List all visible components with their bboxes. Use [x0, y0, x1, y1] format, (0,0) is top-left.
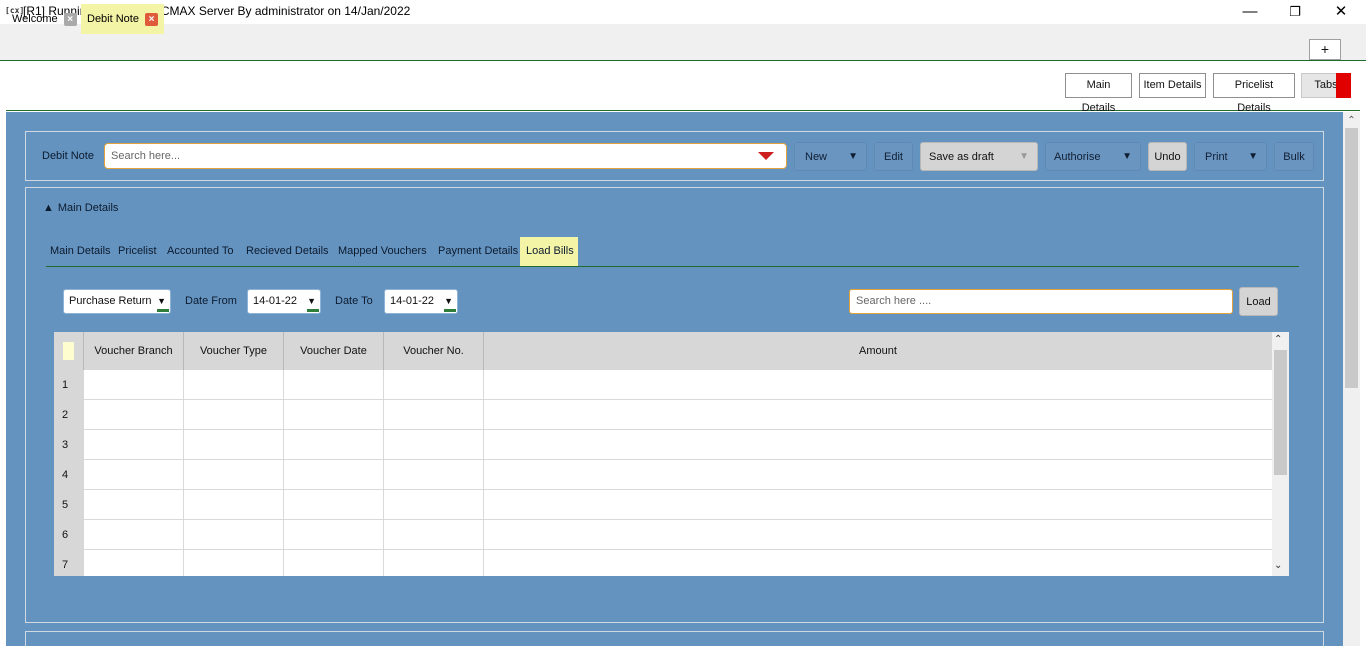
save-as-draft-button[interactable]: Save as draft ▼ [920, 142, 1038, 171]
next-panel [25, 631, 1324, 646]
pricelist-details-button[interactable]: Pricelist Details [1213, 73, 1295, 114]
scrollbar-thumb[interactable] [1274, 350, 1287, 475]
search-placeholder: Search here... [111, 150, 181, 162]
tab-pricelist[interactable]: Pricelist [114, 237, 161, 266]
row-number[interactable]: 5 [54, 490, 84, 520]
row-number[interactable]: 2 [54, 400, 84, 430]
search-input[interactable]: Search here... [104, 143, 787, 169]
print-button[interactable]: Print ▼ [1194, 142, 1267, 171]
chevron-down-icon[interactable]: ▼ [1122, 151, 1132, 162]
tab-close-icon[interactable]: × [63, 12, 77, 26]
tab-label: Debit Note [87, 13, 139, 25]
date-to-picker[interactable]: 14-01-22 ▼ [384, 289, 458, 314]
chevron-down-icon[interactable]: ▼ [848, 151, 858, 162]
scrollbar-thumb[interactable] [1345, 128, 1358, 388]
chevron-down-icon[interactable]: ▼ [1019, 151, 1029, 162]
grid-line [84, 429, 1272, 430]
grid-scrollbar[interactable]: ⌃ ⌄ [1272, 332, 1289, 576]
select-all-header[interactable] [54, 332, 84, 370]
tab-load-bills[interactable]: Load Bills [520, 237, 578, 266]
select-all-checkbox[interactable] [63, 342, 74, 360]
chevron-down-icon[interactable]: ▼ [1248, 151, 1258, 162]
tab-welcome[interactable]: Welcome × [6, 4, 83, 34]
bulk-button[interactable]: Bulk [1274, 142, 1314, 171]
tab-recieved-details[interactable]: Recieved Details [242, 237, 333, 266]
date-to-label: Date To [335, 295, 373, 307]
column-header[interactable]: Voucher Type [184, 332, 284, 370]
row-number[interactable]: 7 [54, 550, 84, 576]
new-button[interactable]: New ▼ [794, 142, 867, 171]
scroll-up-icon[interactable]: ⌃ [1345, 114, 1358, 127]
column-header[interactable]: Amount [484, 332, 1272, 370]
date-from-label: Date From [185, 295, 237, 307]
tab-main-details[interactable]: Main Details [46, 237, 115, 266]
tab-payment-details[interactable]: Payment Details [434, 237, 522, 266]
grid-line [84, 459, 1272, 460]
row-number[interactable]: 4 [54, 460, 84, 490]
document-tab-strip [0, 24, 1366, 61]
row-number[interactable]: 6 [54, 520, 84, 550]
grid-line [84, 399, 1272, 400]
close-icon[interactable]: ✕ [1318, 1, 1364, 23]
tab-accounted-to[interactable]: Accounted To [163, 237, 237, 266]
voucher-type-select[interactable]: Purchase Return ▼ [63, 289, 171, 314]
row-number[interactable]: 3 [54, 430, 84, 460]
grid-line [183, 370, 184, 576]
tab-close-icon[interactable]: × [144, 12, 158, 26]
tab-mapped-vouchers[interactable]: Mapped Vouchers [334, 237, 431, 266]
grid-line [84, 519, 1272, 520]
restore-icon[interactable]: ❐ [1272, 1, 1318, 23]
grid-line [483, 370, 484, 576]
dropdown-arrow-icon[interactable] [758, 152, 774, 160]
scroll-down-icon[interactable]: ⌄ [1274, 560, 1282, 571]
grid-line [84, 489, 1272, 490]
authorise-button[interactable]: Authorise ▼ [1045, 142, 1141, 171]
undo-button[interactable]: Undo [1148, 142, 1187, 171]
bills-grid[interactable]: Voucher Branch Voucher Type Voucher Date… [54, 332, 1289, 576]
debit-note-label: Debit Note [42, 150, 94, 162]
grid-line [283, 370, 284, 576]
load-button[interactable]: Load [1239, 287, 1278, 316]
main-details-button[interactable]: Main Details [1065, 73, 1132, 114]
bills-search-input[interactable]: Search here .... [849, 289, 1233, 314]
column-header[interactable]: Voucher Branch [84, 332, 184, 370]
title-bar: [cx] [R1] Running ERP 5.1 on CMAX Server… [0, 0, 1366, 24]
tab-debit-note[interactable]: Debit Note × [81, 4, 164, 34]
tab-label: Welcome [12, 13, 58, 25]
main-details-header[interactable]: ▲ Main Details [43, 202, 118, 214]
column-header[interactable]: Voucher No. [384, 332, 484, 370]
add-tab-button[interactable]: + [1309, 39, 1341, 60]
search-placeholder: Search here .... [856, 295, 932, 307]
tab-divider [46, 266, 1299, 267]
grid-line [84, 549, 1272, 550]
scroll-up-icon[interactable]: ⌃ [1274, 334, 1282, 345]
date-from-picker[interactable]: 14-01-22 ▼ [247, 289, 321, 314]
minimize-icon[interactable]: — [1227, 1, 1273, 23]
row-number[interactable]: 1 [54, 370, 84, 400]
item-details-button[interactable]: Item Details [1139, 73, 1206, 98]
collapse-icon[interactable]: ▲ [43, 202, 54, 214]
grid-line [383, 370, 384, 576]
edit-button[interactable]: Edit [874, 142, 913, 171]
tabs-indicator [1336, 73, 1351, 98]
section-title: Main Details [57, 202, 119, 214]
column-header[interactable]: Voucher Date [284, 332, 384, 370]
